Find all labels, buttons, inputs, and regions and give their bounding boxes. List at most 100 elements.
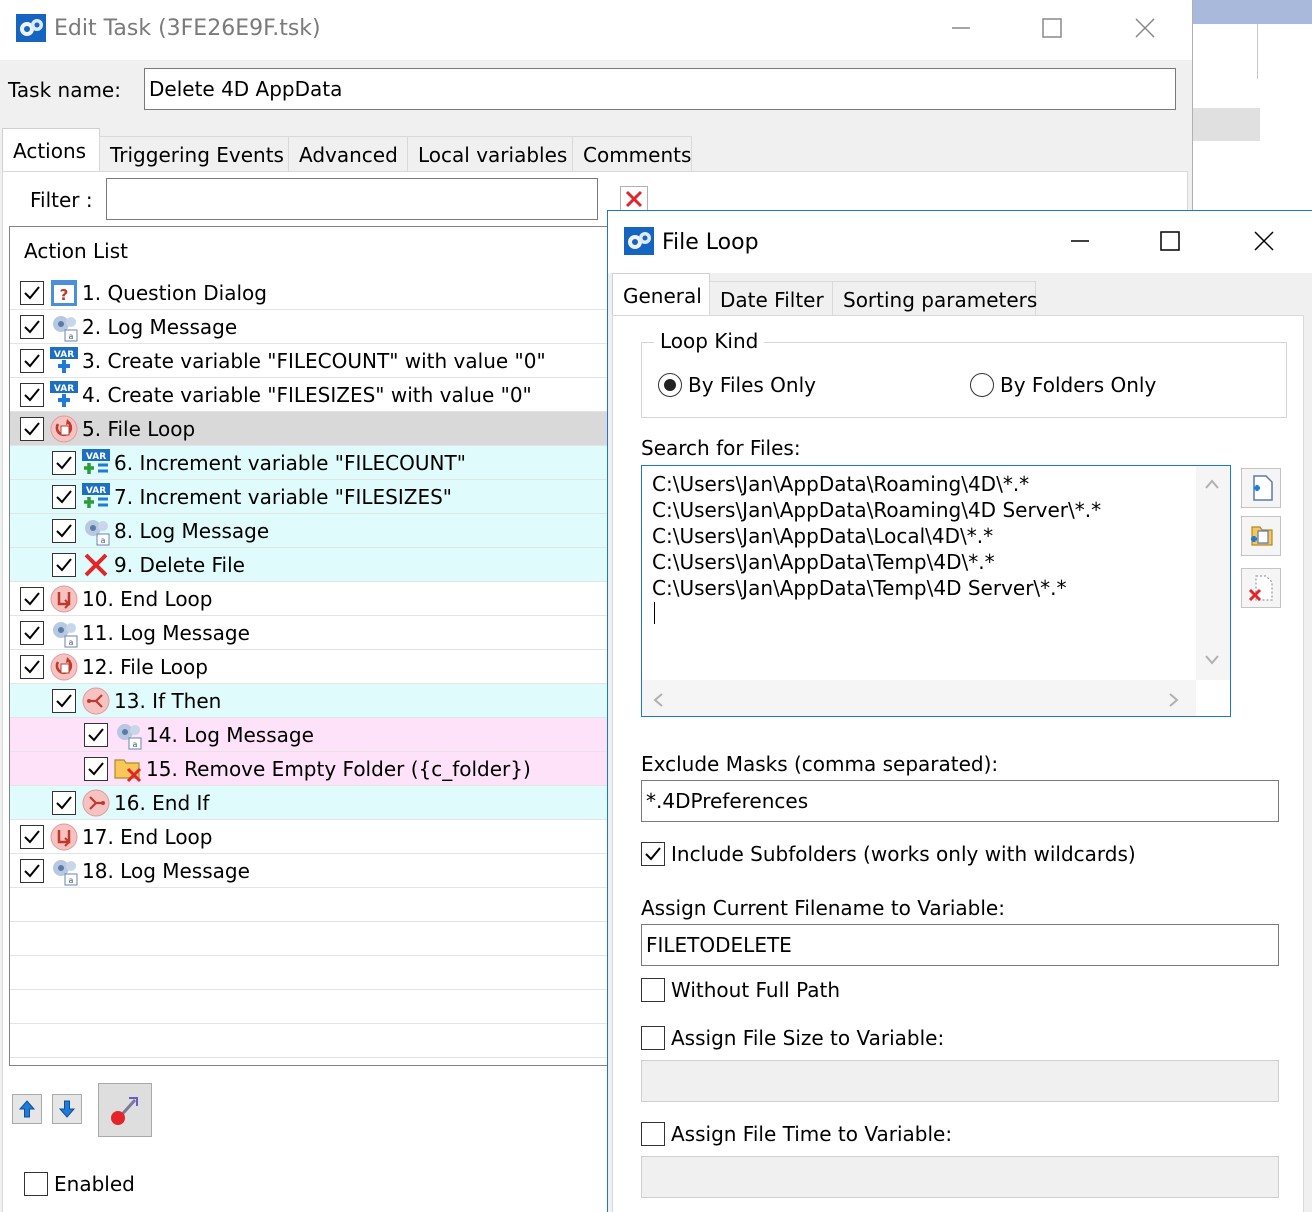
loop-kind-group: Loop Kind By Files Only By Folders Only <box>641 329 1287 418</box>
action-row[interactable]: 12. File Loop <box>10 650 648 684</box>
move-up-button[interactable] <box>12 1094 42 1124</box>
dialog-maximize-button[interactable] <box>1148 221 1192 261</box>
action-enabled-checkbox[interactable] <box>20 382 44 407</box>
svg-text:VAR: VAR <box>54 384 74 394</box>
search-files-textarea[interactable]: C:\Users\Jan\AppData\Roaming\4D\*.* C:\Us… <box>641 465 1231 717</box>
radio-by-folders-only[interactable]: By Folders Only <box>970 373 1156 397</box>
action-row[interactable]: ? 1. Question Dialog <box>10 276 648 310</box>
filter-input[interactable] <box>106 178 598 220</box>
record-action-button[interactable] <box>98 1083 152 1137</box>
action-row[interactable]: a 18. Log Message <box>10 854 648 888</box>
action-enabled-checkbox[interactable] <box>84 722 108 747</box>
without-full-path-checkbox[interactable]: Without Full Path <box>641 978 840 1002</box>
action-enabled-checkbox[interactable] <box>20 280 44 305</box>
action-row[interactable]: 15. Remove Empty Folder ({c_folder}) <box>10 752 648 786</box>
close-button[interactable] <box>1123 8 1167 48</box>
action-enabled-checkbox[interactable] <box>52 688 76 713</box>
record-wand-icon <box>111 1097 138 1125</box>
tab-sorting-parameters[interactable]: Sorting parameters <box>832 281 1037 317</box>
svg-text:?: ? <box>60 286 69 304</box>
assign-file-size-checkbox[interactable]: Assign File Size to Variable: <box>641 1026 944 1050</box>
action-row[interactable]: 9. Delete File <box>10 548 648 582</box>
minimize-button[interactable] <box>939 8 983 48</box>
action-label: 17. End Loop <box>82 824 213 849</box>
tab-comments[interactable]: Comments <box>572 136 692 172</box>
action-row[interactable]: a 2. Log Message <box>10 310 648 344</box>
memo-vertical-scrollbar[interactable] <box>1196 466 1230 680</box>
action-enabled-checkbox[interactable] <box>20 416 44 441</box>
action-enabled-checkbox[interactable] <box>20 586 44 611</box>
clear-icon <box>625 190 643 208</box>
assign-file-time-checkbox[interactable]: Assign File Time to Variable: <box>641 1122 952 1146</box>
action-enabled-checkbox[interactable] <box>20 824 44 849</box>
action-row[interactable]: 17. End Loop <box>10 820 648 854</box>
action-row[interactable]: 13. If Then <box>10 684 648 718</box>
tab-general[interactable]: General <box>612 273 710 317</box>
action-row[interactable]: VAR 7. Increment variable "FILESIZES" <box>10 480 648 514</box>
app-gears-icon <box>16 14 46 42</box>
action-enabled-checkbox[interactable] <box>52 790 76 815</box>
action-enabled-checkbox[interactable] <box>52 552 76 577</box>
include-subfolders-checkbox[interactable]: Include Subfolders (works only with wild… <box>641 842 1136 866</box>
assign-filename-input[interactable]: FILETODELETE <box>641 924 1279 966</box>
radio-by-files-only[interactable]: By Files Only <box>658 373 816 397</box>
dialog-close-button[interactable] <box>1242 221 1286 261</box>
empty-row <box>10 990 648 1024</box>
search-path-line: C:\Users\Jan\AppData\Roaming\4D Server\*… <box>652 498 1102 522</box>
maximize-button[interactable] <box>1030 8 1074 48</box>
action-enabled-checkbox[interactable] <box>84 756 108 781</box>
dialog-minimize-button[interactable] <box>1058 221 1102 261</box>
action-enabled-checkbox[interactable] <box>52 484 76 509</box>
action-row[interactable]: 5. File Loop <box>10 412 648 446</box>
search-path-line: C:\Users\Jan\AppData\Local\4D\*.* <box>652 524 994 548</box>
action-enabled-checkbox[interactable] <box>52 450 76 475</box>
search-path-line: C:\Users\Jan\AppData\Roaming\4D\*.* <box>652 472 1030 496</box>
remove-entry-button[interactable] <box>1241 568 1281 608</box>
scroll-up-icon <box>1205 479 1219 489</box>
action-row[interactable]: VAR 4. Create variable "FILESIZES" with v… <box>10 378 648 412</box>
tab-date-filter[interactable]: Date Filter <box>709 281 833 317</box>
assign-file-time-input <box>641 1156 1279 1198</box>
search-path-line: C:\Users\Jan\AppData\Temp\4D\*.* <box>652 550 995 574</box>
action-enabled-checkbox[interactable] <box>20 314 44 339</box>
search-for-files-label: Search for Files: <box>641 436 801 460</box>
svg-text:a: a <box>69 638 74 647</box>
action-enabled-checkbox[interactable] <box>20 620 44 645</box>
include-subfolders-box[interactable] <box>641 842 665 866</box>
exclude-masks-input[interactable]: *.4DPreferences <box>641 780 1279 822</box>
action-label: 3. Create variable "FILECOUNT" with valu… <box>82 348 546 373</box>
action-row[interactable]: a 14. Log Message <box>10 718 648 752</box>
action-enabled-checkbox[interactable] <box>20 858 44 883</box>
clear-filter-button[interactable] <box>620 186 648 212</box>
main-tabs: Actions Triggering Events Advanced Local… <box>2 128 692 172</box>
action-row[interactable]: a 8. Log Message <box>10 514 648 548</box>
action-row[interactable]: 10. End Loop <box>10 582 648 616</box>
tab-actions[interactable]: Actions <box>2 128 100 172</box>
if-then-icon <box>80 685 112 717</box>
tab-triggering-events[interactable]: Triggering Events <box>99 136 289 172</box>
action-row[interactable]: VAR 6. Increment variable "FILECOUNT" <box>10 446 648 480</box>
log-message-icon: a <box>80 515 112 547</box>
action-enabled-checkbox[interactable] <box>20 654 44 679</box>
task-name-input[interactable]: Delete 4D AppData <box>144 68 1176 110</box>
action-enabled-checkbox[interactable] <box>52 518 76 543</box>
action-row[interactable]: 16. End If <box>10 786 648 820</box>
tab-advanced[interactable]: Advanced <box>288 136 408 172</box>
enabled-checkbox[interactable]: Enabled <box>24 1172 135 1196</box>
log-message-icon: a <box>48 855 80 887</box>
action-label: 9. Delete File <box>114 552 245 577</box>
action-row[interactable]: VAR 3. Create variable "FILECOUNT" with v… <box>10 344 648 378</box>
tab-local-variables[interactable]: Local variables <box>407 136 573 172</box>
action-label: 7. Increment variable "FILESIZES" <box>114 484 453 509</box>
add-folder-button[interactable] <box>1241 516 1281 556</box>
move-down-button[interactable] <box>52 1094 82 1124</box>
action-row[interactable]: a 11. Log Message <box>10 616 648 650</box>
action-list[interactable]: Action List ? 1. Question Dialog a 2. Log M… <box>9 226 649 1066</box>
enabled-checkbox-box[interactable] <box>24 1172 48 1196</box>
task-name-value: Delete 4D AppData <box>149 77 343 101</box>
add-file-button[interactable] <box>1241 468 1281 508</box>
checkmark-icon <box>56 489 72 503</box>
file-loop-icon <box>48 651 80 683</box>
memo-horizontal-scrollbar[interactable] <box>642 680 1196 716</box>
action-enabled-checkbox[interactable] <box>20 348 44 373</box>
